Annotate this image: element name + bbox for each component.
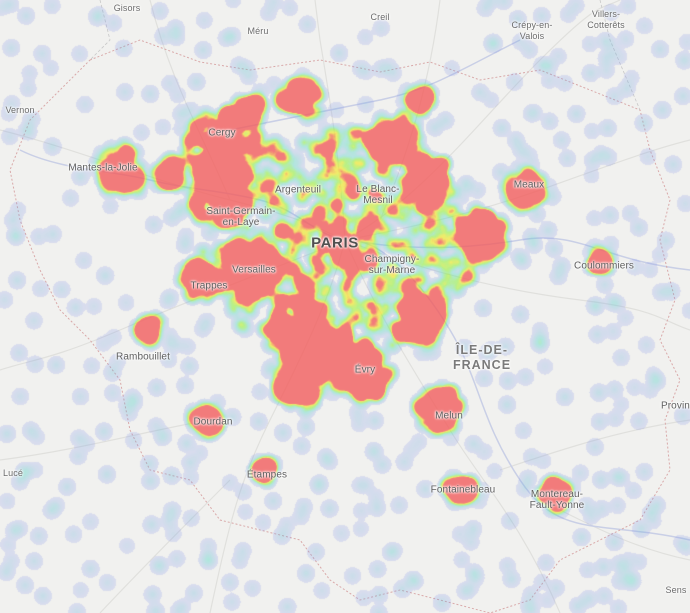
label-vernon: Vernon (5, 105, 35, 115)
label-mantes: Mantes-la-Jolie (68, 162, 138, 174)
label-cergy: Cergy (208, 127, 236, 139)
label-fontainebleau: Fontainebleau (430, 484, 496, 496)
heatmap-map[interactable]: Gisors Méru Creil Crépy-en- Valois Ville… (0, 0, 690, 613)
label-ile-de-france: ÎLE-DE- FRANCE (452, 343, 512, 372)
label-crepy: Crépy-en- Valois (511, 20, 553, 41)
label-paris: PARIS (311, 234, 359, 252)
label-trappes: Trappes (190, 280, 228, 292)
label-versailles: Versailles (232, 264, 276, 276)
heat-layer (0, 0, 690, 613)
label-luce: Lucé (3, 468, 23, 478)
label-villers: Villers- Cotterêts (587, 9, 625, 30)
label-blancmesnil: Le Blanc- Mesnil (356, 184, 400, 206)
label-etampes: Étampes (246, 469, 288, 481)
label-champigny: Champigny- sur-Marne (364, 254, 420, 276)
label-melun: Melun (435, 410, 463, 422)
label-gisors: Gisors (113, 3, 141, 13)
label-sens: Sens (665, 585, 687, 595)
label-evry: Évry (354, 364, 376, 376)
label-saint-germain: Saint-Germain- en-Laye (206, 206, 276, 228)
label-creil: Creil (370, 12, 390, 22)
label-argenteuil: Argenteuil (274, 184, 322, 196)
label-meaux: Meaux (513, 179, 545, 191)
label-meru: Méru (247, 26, 269, 36)
label-dourdan: Dourdan (193, 416, 233, 428)
label-provins: Provins (660, 400, 690, 412)
label-montereau: Montereau- Fault-Yonne (529, 489, 585, 511)
label-coulommiers: Coulommiers (573, 260, 635, 272)
label-rambouillet: Rambouillet (116, 351, 170, 363)
